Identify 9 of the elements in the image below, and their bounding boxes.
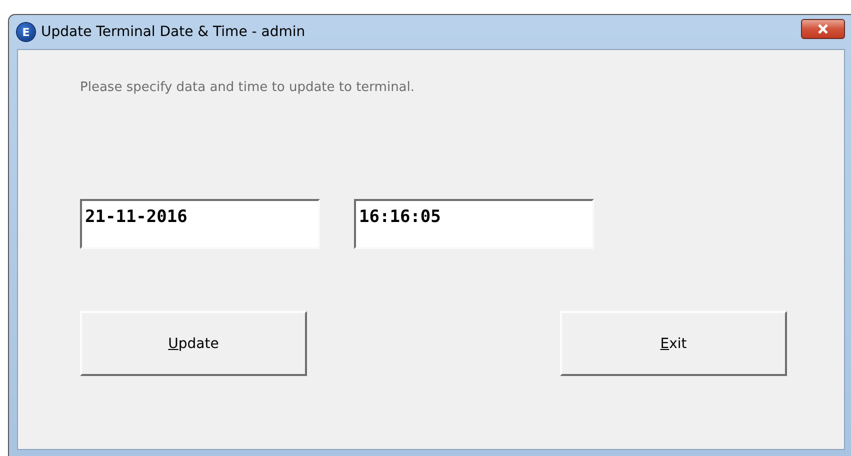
date-field[interactable]: 21-11-2016 — [80, 199, 320, 249]
time-field[interactable]: 16:16:05 — [354, 199, 594, 249]
exit-button[interactable]: Exit — [560, 311, 787, 376]
update-button[interactable]: Update — [80, 311, 307, 376]
close-icon — [817, 24, 829, 34]
close-button[interactable] — [801, 19, 845, 39]
app-icon: E — [17, 23, 35, 41]
instruction-text: Please specify data and time to update to terminal. — [80, 80, 416, 95]
window-title: Update Terminal Date & Time - admin — [41, 24, 306, 40]
